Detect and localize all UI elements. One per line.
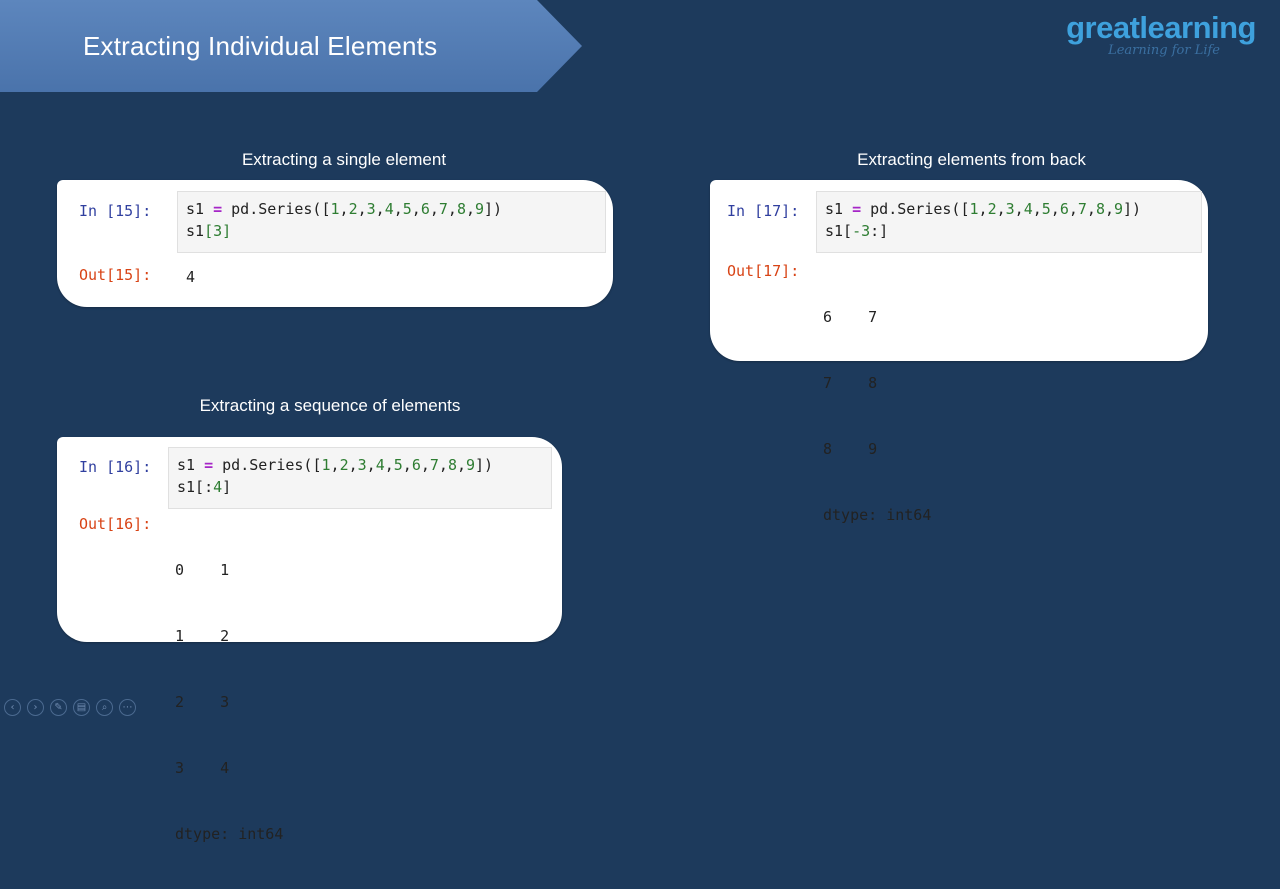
code-input[interactable]: s1 = pd.Series([1,2,3,4,5,6,7,8,9]) s1[-…: [816, 191, 1202, 253]
prev-icon[interactable]: ‹: [4, 699, 21, 716]
slide-title: Extracting Individual Elements: [83, 31, 438, 61]
out-prompt: Out[16]:: [79, 515, 152, 533]
code-token: ,: [447, 200, 457, 218]
code-token: ,: [465, 200, 475, 218]
code-token: =: [213, 200, 223, 218]
code-token: 2: [348, 200, 358, 218]
code-line-index: s1[3]: [186, 222, 232, 240]
output-row: 7 8: [823, 374, 878, 392]
code-token: ]): [484, 200, 503, 218]
code-token: 9: [475, 200, 485, 218]
logo-great: great: [1066, 10, 1140, 45]
output-dtype: dtype: int64: [823, 506, 932, 524]
output-row: 3 4: [175, 759, 230, 777]
code-token: 6: [420, 200, 430, 218]
pen-icon[interactable]: ✎: [50, 699, 67, 716]
section-label-single: Extracting a single element: [241, 150, 447, 169]
more-icon[interactable]: ⋯: [119, 699, 136, 716]
code-token: 1: [330, 200, 340, 218]
output-row: 1 2: [175, 627, 230, 645]
cell-output: 4: [186, 268, 196, 286]
notebook-cell-single: In [15]: s1 = pd.Series([1,2,3,4,5,6,7,8…: [57, 180, 613, 307]
in-prompt: In [15]:: [79, 202, 152, 220]
output-row: 6 7: [823, 308, 878, 326]
section-label-sequence: Extracting a sequence of elements: [199, 396, 461, 415]
code-token: ,: [429, 200, 439, 218]
code-token: 8: [456, 200, 466, 218]
code-token: ,: [339, 200, 349, 218]
zoom-icon[interactable]: ⌕: [96, 699, 113, 716]
code-token: ,: [411, 200, 421, 218]
output-row: 8 9: [823, 440, 878, 458]
code-token: pd.Series([: [222, 200, 331, 218]
output-row: 0 1: [175, 561, 230, 579]
code-token: s1: [186, 200, 214, 218]
output-row: 2 3: [175, 693, 230, 711]
code-token: 5: [402, 200, 412, 218]
logo-learning: learning: [1139, 10, 1256, 45]
logo-tagline: Learning for Life: [1108, 43, 1220, 58]
code-input[interactable]: s1 = pd.Series([1,2,3,4,5,6,7,8,9]) s1[:…: [168, 447, 552, 509]
in-prompt: In [17]:: [727, 202, 800, 220]
out-prompt: Out[15]:: [79, 266, 152, 284]
code-input[interactable]: s1 = pd.Series([1,2,3,4,5,6,7,8,9]) s1[3…: [177, 191, 606, 253]
slides-icon[interactable]: ▤: [73, 699, 90, 716]
out-prompt: Out[17]:: [727, 262, 800, 280]
code-token: ,: [357, 200, 367, 218]
logo-wordmark: greatlearning: [1046, 12, 1256, 44]
slideshow-controls: ‹ › ✎ ▤ ⌕ ⋯: [4, 699, 136, 716]
section-label-back: Extracting elements from back: [857, 150, 1086, 169]
cell-output: 6 7 7 8 8 9 dtype: int64: [823, 262, 931, 570]
code-token: 3: [366, 200, 376, 218]
cell-output: 0 1 1 2 2 3 3 4 dtype: int64: [175, 515, 283, 889]
code-token: 7: [438, 200, 448, 218]
in-prompt: In [16]:: [79, 458, 152, 476]
code-token: ,: [375, 200, 385, 218]
code-token: ,: [393, 200, 403, 218]
notebook-cell-back: In [17]: s1 = pd.Series([1,2,3,4,5,6,7,8…: [710, 180, 1208, 524]
output-dtype: dtype: int64: [175, 825, 284, 843]
notebook-cell-sequence: In [16]: s1 = pd.Series([1,2,3,4,5,6,7,8…: [57, 437, 562, 843]
code-token: 4: [384, 200, 394, 218]
next-icon[interactable]: ›: [27, 699, 44, 716]
greatlearning-logo: greatlearning Learning for Life: [1046, 12, 1256, 58]
